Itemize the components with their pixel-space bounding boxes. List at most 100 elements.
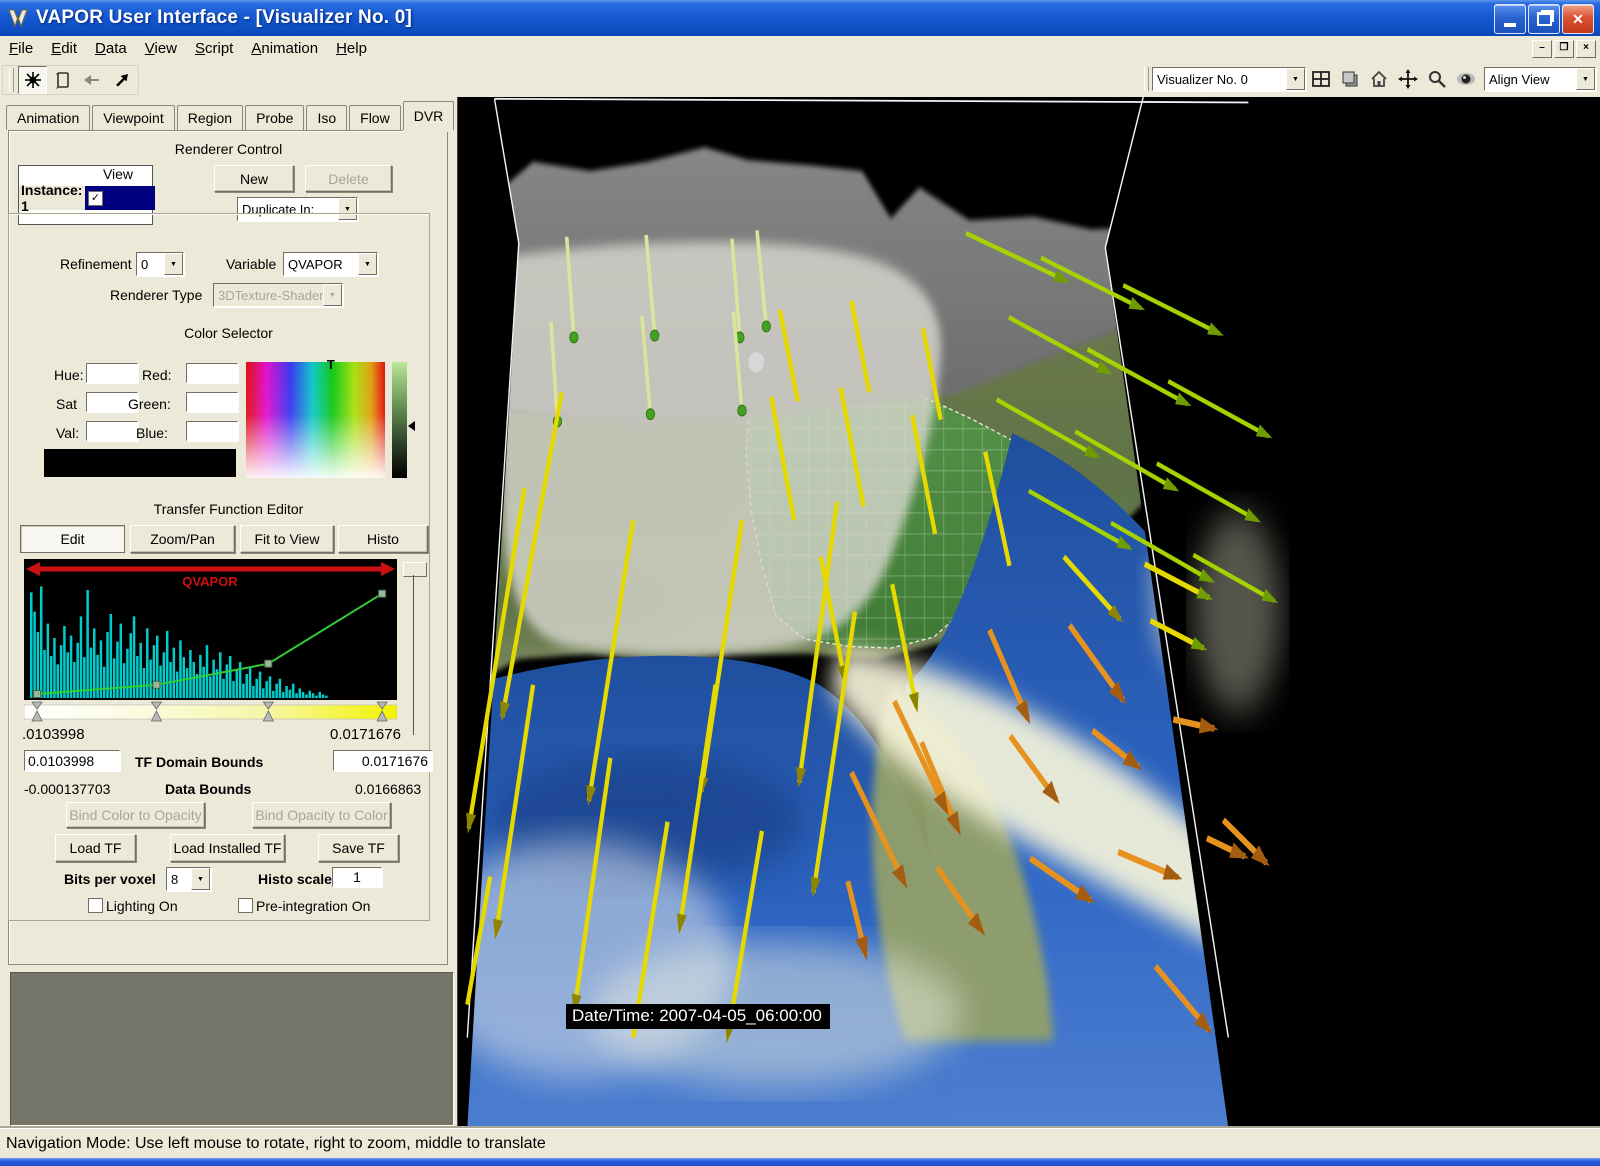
- notebook-tool-button[interactable]: [49, 67, 76, 93]
- eye-view-button[interactable]: [1452, 66, 1479, 92]
- chevron-down-icon[interactable]: ▼: [164, 253, 183, 275]
- mdi-restore-button[interactable]: ❐: [1554, 40, 1574, 58]
- bind-color-button: Bind Color to Opacity: [66, 802, 205, 828]
- value-slider-marker[interactable]: [408, 421, 415, 431]
- histogram-plot[interactable]: QVAPOR: [24, 559, 397, 722]
- probe-tool-button[interactable]: [78, 67, 105, 93]
- visualizer-viewport[interactable]: Date/Time: 2007-04-05_06:00:00: [457, 97, 1600, 1128]
- menu-file[interactable]: File: [0, 37, 42, 60]
- new-visualizer-button[interactable]: [1307, 66, 1334, 92]
- probe-arrow-icon: [82, 72, 102, 88]
- grid-icon: [1311, 69, 1331, 89]
- preintegration-checkbox[interactable]: [238, 898, 253, 913]
- home-icon: [1369, 69, 1389, 89]
- tf-vertical-slider-handle[interactable]: [403, 562, 427, 577]
- snowflake-icon: [24, 71, 42, 89]
- val-label: Val:: [56, 425, 79, 441]
- eye-icon: [1455, 70, 1477, 88]
- green-input[interactable]: [186, 392, 238, 412]
- menu-script[interactable]: Script: [186, 37, 242, 60]
- chevron-down-icon[interactable]: ▼: [1286, 68, 1305, 90]
- load-installed-tf-button[interactable]: Load Installed TF: [170, 834, 285, 862]
- bits-per-voxel-select[interactable]: 8 ▼: [166, 867, 211, 891]
- mdi-minimize-button[interactable]: –: [1532, 40, 1552, 58]
- bits-per-voxel-label: Bits per voxel: [64, 871, 156, 887]
- histo-scale-input[interactable]: [332, 867, 382, 887]
- menu-edit[interactable]: Edit: [42, 37, 86, 60]
- data-max-value: 0.0166863: [355, 781, 421, 797]
- chevron-down-icon: ▼: [323, 284, 342, 306]
- visualizer-select[interactable]: Visualizer No. 0 ▼: [1152, 67, 1306, 91]
- copy-region-button[interactable]: [1336, 66, 1363, 92]
- hue-sat-picker[interactable]: T: [246, 362, 385, 478]
- instance-view-cell[interactable]: ✓: [85, 186, 155, 210]
- move-view-button[interactable]: [1394, 66, 1421, 92]
- histo-scale-label: Histo scale: [258, 871, 332, 887]
- tab-animation[interactable]: Animation: [6, 105, 90, 130]
- load-tf-button[interactable]: Load TF: [55, 834, 136, 862]
- align-view-value: Align View: [1485, 72, 1576, 87]
- tab-probe[interactable]: Probe: [245, 105, 304, 130]
- blue-label: Blue:: [136, 425, 168, 441]
- save-tf-button[interactable]: Save TF: [318, 834, 399, 862]
- chevron-down-icon[interactable]: ▼: [358, 253, 377, 275]
- tf-min-input[interactable]: [24, 750, 120, 771]
- navigate-tool-button[interactable]: [107, 67, 134, 93]
- tab-dvr[interactable]: DVR: [403, 101, 455, 130]
- tab-region[interactable]: Region: [177, 105, 243, 130]
- tf-left-value: .0103998: [22, 726, 85, 743]
- tf-max-input[interactable]: [333, 750, 432, 771]
- panel-empty-area: [10, 972, 454, 1126]
- view-column-header: View: [85, 166, 151, 187]
- title-bar[interactable]: VAPOR User Interface - [Visualizer No. 0…: [0, 0, 1600, 36]
- picker-cursor[interactable]: T: [324, 360, 338, 370]
- mdi-close-button[interactable]: ×: [1576, 40, 1596, 58]
- vapor-logo-icon: [6, 6, 30, 30]
- menu-data[interactable]: Data: [86, 37, 136, 60]
- chevron-down-icon[interactable]: ▼: [1576, 68, 1595, 90]
- tf-histo-button[interactable]: Histo: [338, 525, 428, 553]
- new-instance-button[interactable]: New: [214, 165, 294, 192]
- minimize-button[interactable]: [1494, 4, 1526, 34]
- tf-right-value: 0.0171676: [330, 726, 401, 743]
- window-title: VAPOR User Interface - [Visualizer No. 0…: [36, 7, 412, 29]
- data-bounds-label: Data Bounds: [165, 781, 251, 797]
- red-input[interactable]: [186, 363, 238, 383]
- instance-view-checkbox[interactable]: ✓: [88, 191, 103, 206]
- refinement-label: Refinement: [60, 256, 132, 272]
- refinement-select[interactable]: 0 ▼: [136, 252, 184, 276]
- lighting-checkbox[interactable]: [88, 898, 103, 913]
- zoom-view-button[interactable]: [1423, 66, 1450, 92]
- status-text: Navigation Mode: Use left mouse to rotat…: [6, 1135, 546, 1153]
- tf-zoompan-button[interactable]: Zoom/Pan: [130, 525, 235, 553]
- home-view-button[interactable]: [1365, 66, 1392, 92]
- viewport-scene[interactable]: [458, 97, 1600, 1128]
- taskbar-strip: [0, 1158, 1600, 1166]
- transfer-function-canvas[interactable]: QVAPOR: [24, 559, 397, 722]
- tab-iso[interactable]: Iso: [306, 105, 347, 130]
- value-slider[interactable]: [392, 362, 407, 478]
- close-button[interactable]: ✕: [1562, 4, 1594, 34]
- chevron-down-icon[interactable]: ▼: [191, 868, 210, 890]
- status-bar: Navigation Mode: Use left mouse to rotat…: [0, 1128, 1600, 1158]
- plume-glow: [1195, 511, 1281, 712]
- align-view-select[interactable]: Align View ▼: [1484, 67, 1596, 91]
- tf-edit-button[interactable]: Edit: [20, 525, 125, 553]
- tab-viewpoint[interactable]: Viewpoint: [92, 105, 174, 130]
- tf-fittoview-button[interactable]: Fit to View: [240, 525, 334, 553]
- probe-point[interactable]: [748, 352, 764, 372]
- arrow-up-right-icon: [112, 71, 130, 89]
- hue-label: Hue:: [54, 367, 84, 383]
- snowflake-tool-button[interactable]: [18, 66, 47, 94]
- menu-view[interactable]: View: [136, 37, 186, 60]
- toolbar-grip-right[interactable]: [1144, 67, 1149, 91]
- menu-animation[interactable]: Animation: [242, 37, 327, 60]
- blue-input[interactable]: [186, 421, 238, 441]
- restore-button[interactable]: [1528, 4, 1560, 34]
- toolbar-grip[interactable]: [9, 68, 14, 92]
- hue-input[interactable]: [86, 363, 138, 383]
- tab-flow[interactable]: Flow: [349, 105, 401, 130]
- menu-help[interactable]: Help: [327, 37, 376, 60]
- val-input[interactable]: [86, 421, 138, 441]
- variable-select[interactable]: QVAPOR ▼: [283, 252, 378, 276]
